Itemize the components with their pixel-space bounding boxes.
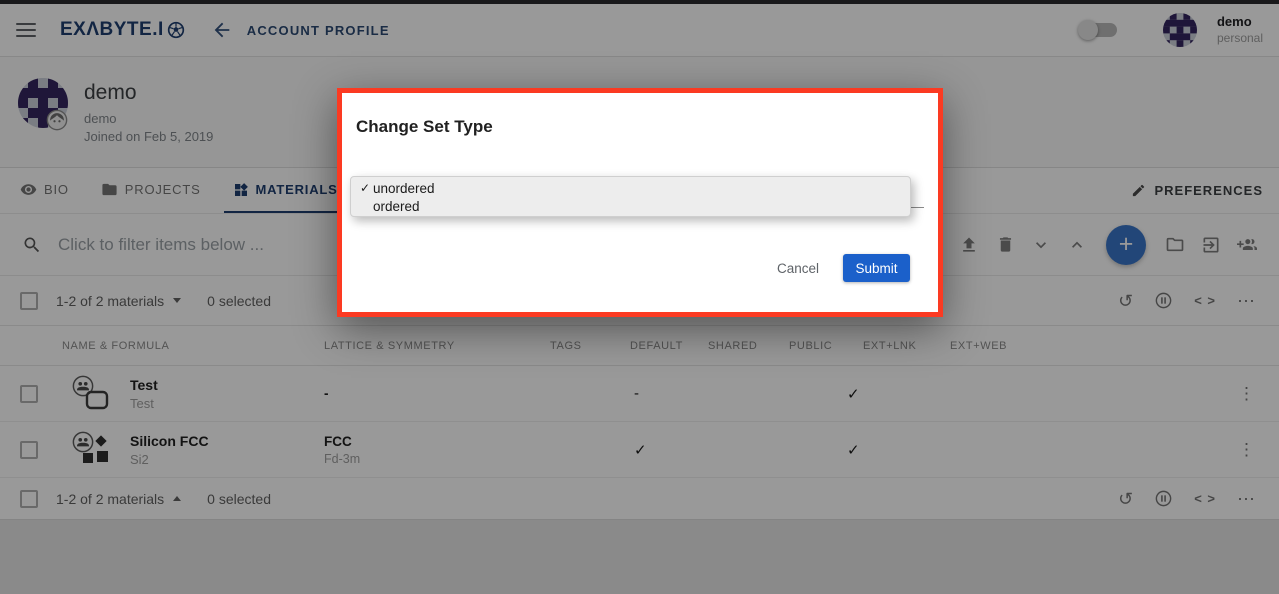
option-label: unordered xyxy=(373,181,435,196)
change-set-type-dialog: Change Set Type ✓ unordered ordered Canc… xyxy=(337,88,943,317)
option-label: ordered xyxy=(373,199,420,214)
set-type-listbox[interactable]: ✓ unordered ordered xyxy=(350,176,911,217)
option-unordered[interactable]: ✓ unordered xyxy=(351,179,910,197)
check-icon: ✓ xyxy=(357,181,373,195)
dialog-title: Change Set Type xyxy=(356,117,493,137)
account-profile-screen: EXΛBYTE.I ACCOUNT PROFILE demo personal xyxy=(0,0,1279,594)
submit-button[interactable]: Submit xyxy=(843,254,910,282)
cancel-button[interactable]: Cancel xyxy=(771,261,825,276)
option-ordered[interactable]: ordered xyxy=(351,197,910,215)
